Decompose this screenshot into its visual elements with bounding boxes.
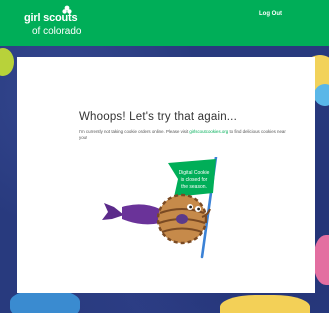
error-card: Whoops! Let's try that again... I'm curr… — [17, 57, 315, 293]
decorative-felt-shape — [10, 290, 80, 313]
decorative-felt-shape — [314, 84, 329, 106]
message-text-before: I'm currently not taking cookie orders o… — [79, 129, 190, 134]
wrapper-tail-icon — [102, 203, 124, 220]
trefoil-icon — [62, 5, 72, 14]
flag-text-line1: Digital Cookie — [179, 170, 210, 176]
flag-text-line2: is closed for — [181, 177, 208, 183]
girl-scouts-logo[interactable]: girl scouts of colorado — [24, 9, 81, 37]
info-message: I'm currently not taking cookie orders o… — [79, 129, 294, 142]
decorative-felt-shape — [220, 295, 310, 313]
header-bar: girl scouts of colorado Log Out — [0, 0, 329, 46]
closed-cookie-illustration: Digital Cookie is closed for the season. — [102, 157, 218, 259]
page-title: Whoops! Let's try that again... — [79, 111, 237, 123]
flag-text-line3: the season. — [181, 184, 207, 190]
logo-line2: of colorado — [32, 26, 82, 37]
cookies-link[interactable]: girlscoutcookies.org — [189, 129, 228, 134]
logout-button[interactable]: Log Out — [259, 11, 282, 17]
decorative-felt-shape — [314, 235, 329, 285]
